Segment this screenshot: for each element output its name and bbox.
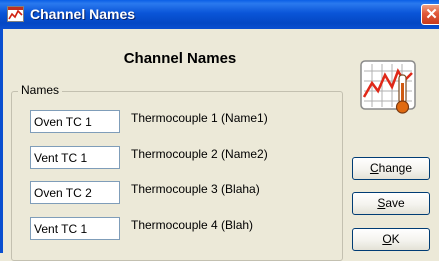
channel-label: Thermocouple 1 (Name1) — [131, 111, 268, 125]
channel-name-input[interactable]: Oven TC 2 — [30, 181, 120, 204]
page-title: Channel Names — [123, 50, 237, 67]
change-button[interactable]: Change — [352, 157, 430, 180]
ok-button[interactable]: OK — [352, 228, 430, 251]
window-title: Channel Names — [30, 6, 136, 22]
close-button[interactable]: ✕ — [421, 4, 439, 25]
close-icon: ✕ — [425, 6, 438, 23]
channel-name-input[interactable]: Vent TC 1 — [30, 217, 120, 240]
thermometer-chart-icon — [360, 60, 416, 114]
channel-label: Thermocouple 2 (Name2) — [131, 147, 268, 161]
names-group-label: Names — [18, 83, 63, 97]
channel-label: Thermocouple 4 (Blah) — [131, 218, 254, 232]
channel-name-input[interactable]: Oven TC 1 — [30, 110, 120, 133]
change-button-label: hange — [378, 161, 413, 175]
ok-button-label: K — [391, 232, 400, 246]
title-bar[interactable]: Channel Names ✕ — [0, 0, 439, 29]
channel-name-input[interactable]: Vent TC 1 — [30, 146, 120, 169]
ok-button-mnemonic: O — [382, 232, 392, 246]
save-button[interactable]: Save — [352, 192, 430, 215]
channel-label: Thermocouple 3 (Blaha) — [131, 182, 260, 196]
chart-app-icon — [7, 6, 24, 22]
change-button-mnemonic: C — [369, 161, 379, 175]
save-button-label: ave — [385, 196, 405, 210]
